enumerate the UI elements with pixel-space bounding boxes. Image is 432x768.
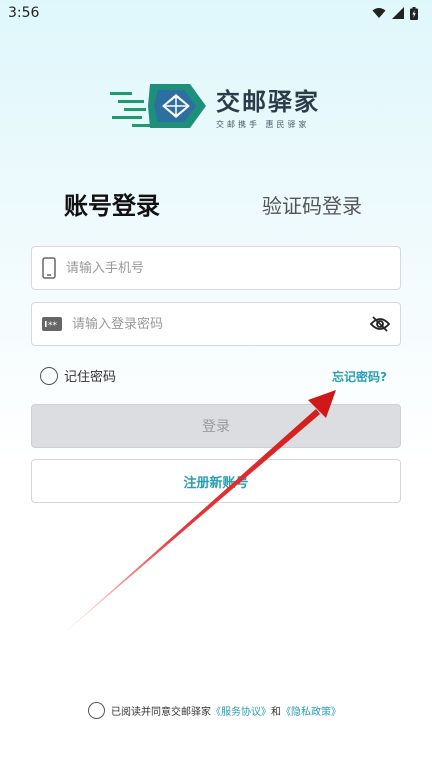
- status-icons: [372, 6, 418, 20]
- remember-password[interactable]: 记住密码: [40, 366, 116, 385]
- remember-radio[interactable]: [40, 366, 58, 385]
- eye-off-icon[interactable]: [370, 316, 390, 332]
- phone-input[interactable]: [66, 260, 390, 276]
- svg-text:**: **: [48, 321, 58, 331]
- logo-subtitle: 交邮携手 惠民驿家: [216, 120, 310, 129]
- battery-icon: [410, 6, 418, 20]
- forgot-password-link[interactable]: 忘记密码?: [332, 368, 387, 385]
- privacy-policy-link[interactable]: 《隐私政策》: [281, 703, 341, 718]
- status-time: 3:56: [8, 5, 40, 21]
- register-button[interactable]: 注册新账号: [31, 459, 401, 503]
- agreement-and: 和: [271, 707, 281, 718]
- logo-title: 交邮驿家: [216, 87, 320, 116]
- agreement-row: 已阅读并同意交邮驿家 《服务协议》 和 《隐私政策》: [88, 702, 341, 719]
- password-field[interactable]: **: [31, 302, 401, 346]
- password-icon: **: [42, 317, 62, 331]
- agreement-prefix: 已阅读并同意交邮驿家: [111, 707, 211, 718]
- wifi-icon: [372, 8, 386, 18]
- remember-label: 记住密码: [64, 370, 117, 385]
- service-agreement-link[interactable]: 《服务协议》: [211, 703, 271, 718]
- login-button[interactable]: 登录: [31, 404, 401, 448]
- password-input[interactable]: [72, 316, 370, 332]
- status-bar: 3:56: [0, 0, 432, 26]
- app-logo: 交邮驿家 交邮携手 惠民驿家: [108, 78, 328, 134]
- tab-sms-login[interactable]: 验证码登录: [262, 190, 362, 219]
- signal-icon: [392, 7, 404, 19]
- tab-account-login[interactable]: 账号登录: [64, 186, 160, 221]
- login-tabs: 账号登录 验证码登录: [0, 186, 432, 226]
- phone-field[interactable]: [31, 246, 401, 290]
- logo-cube-icon: [110, 84, 206, 128]
- agreement-radio[interactable]: [88, 702, 105, 719]
- phone-icon: [42, 257, 56, 279]
